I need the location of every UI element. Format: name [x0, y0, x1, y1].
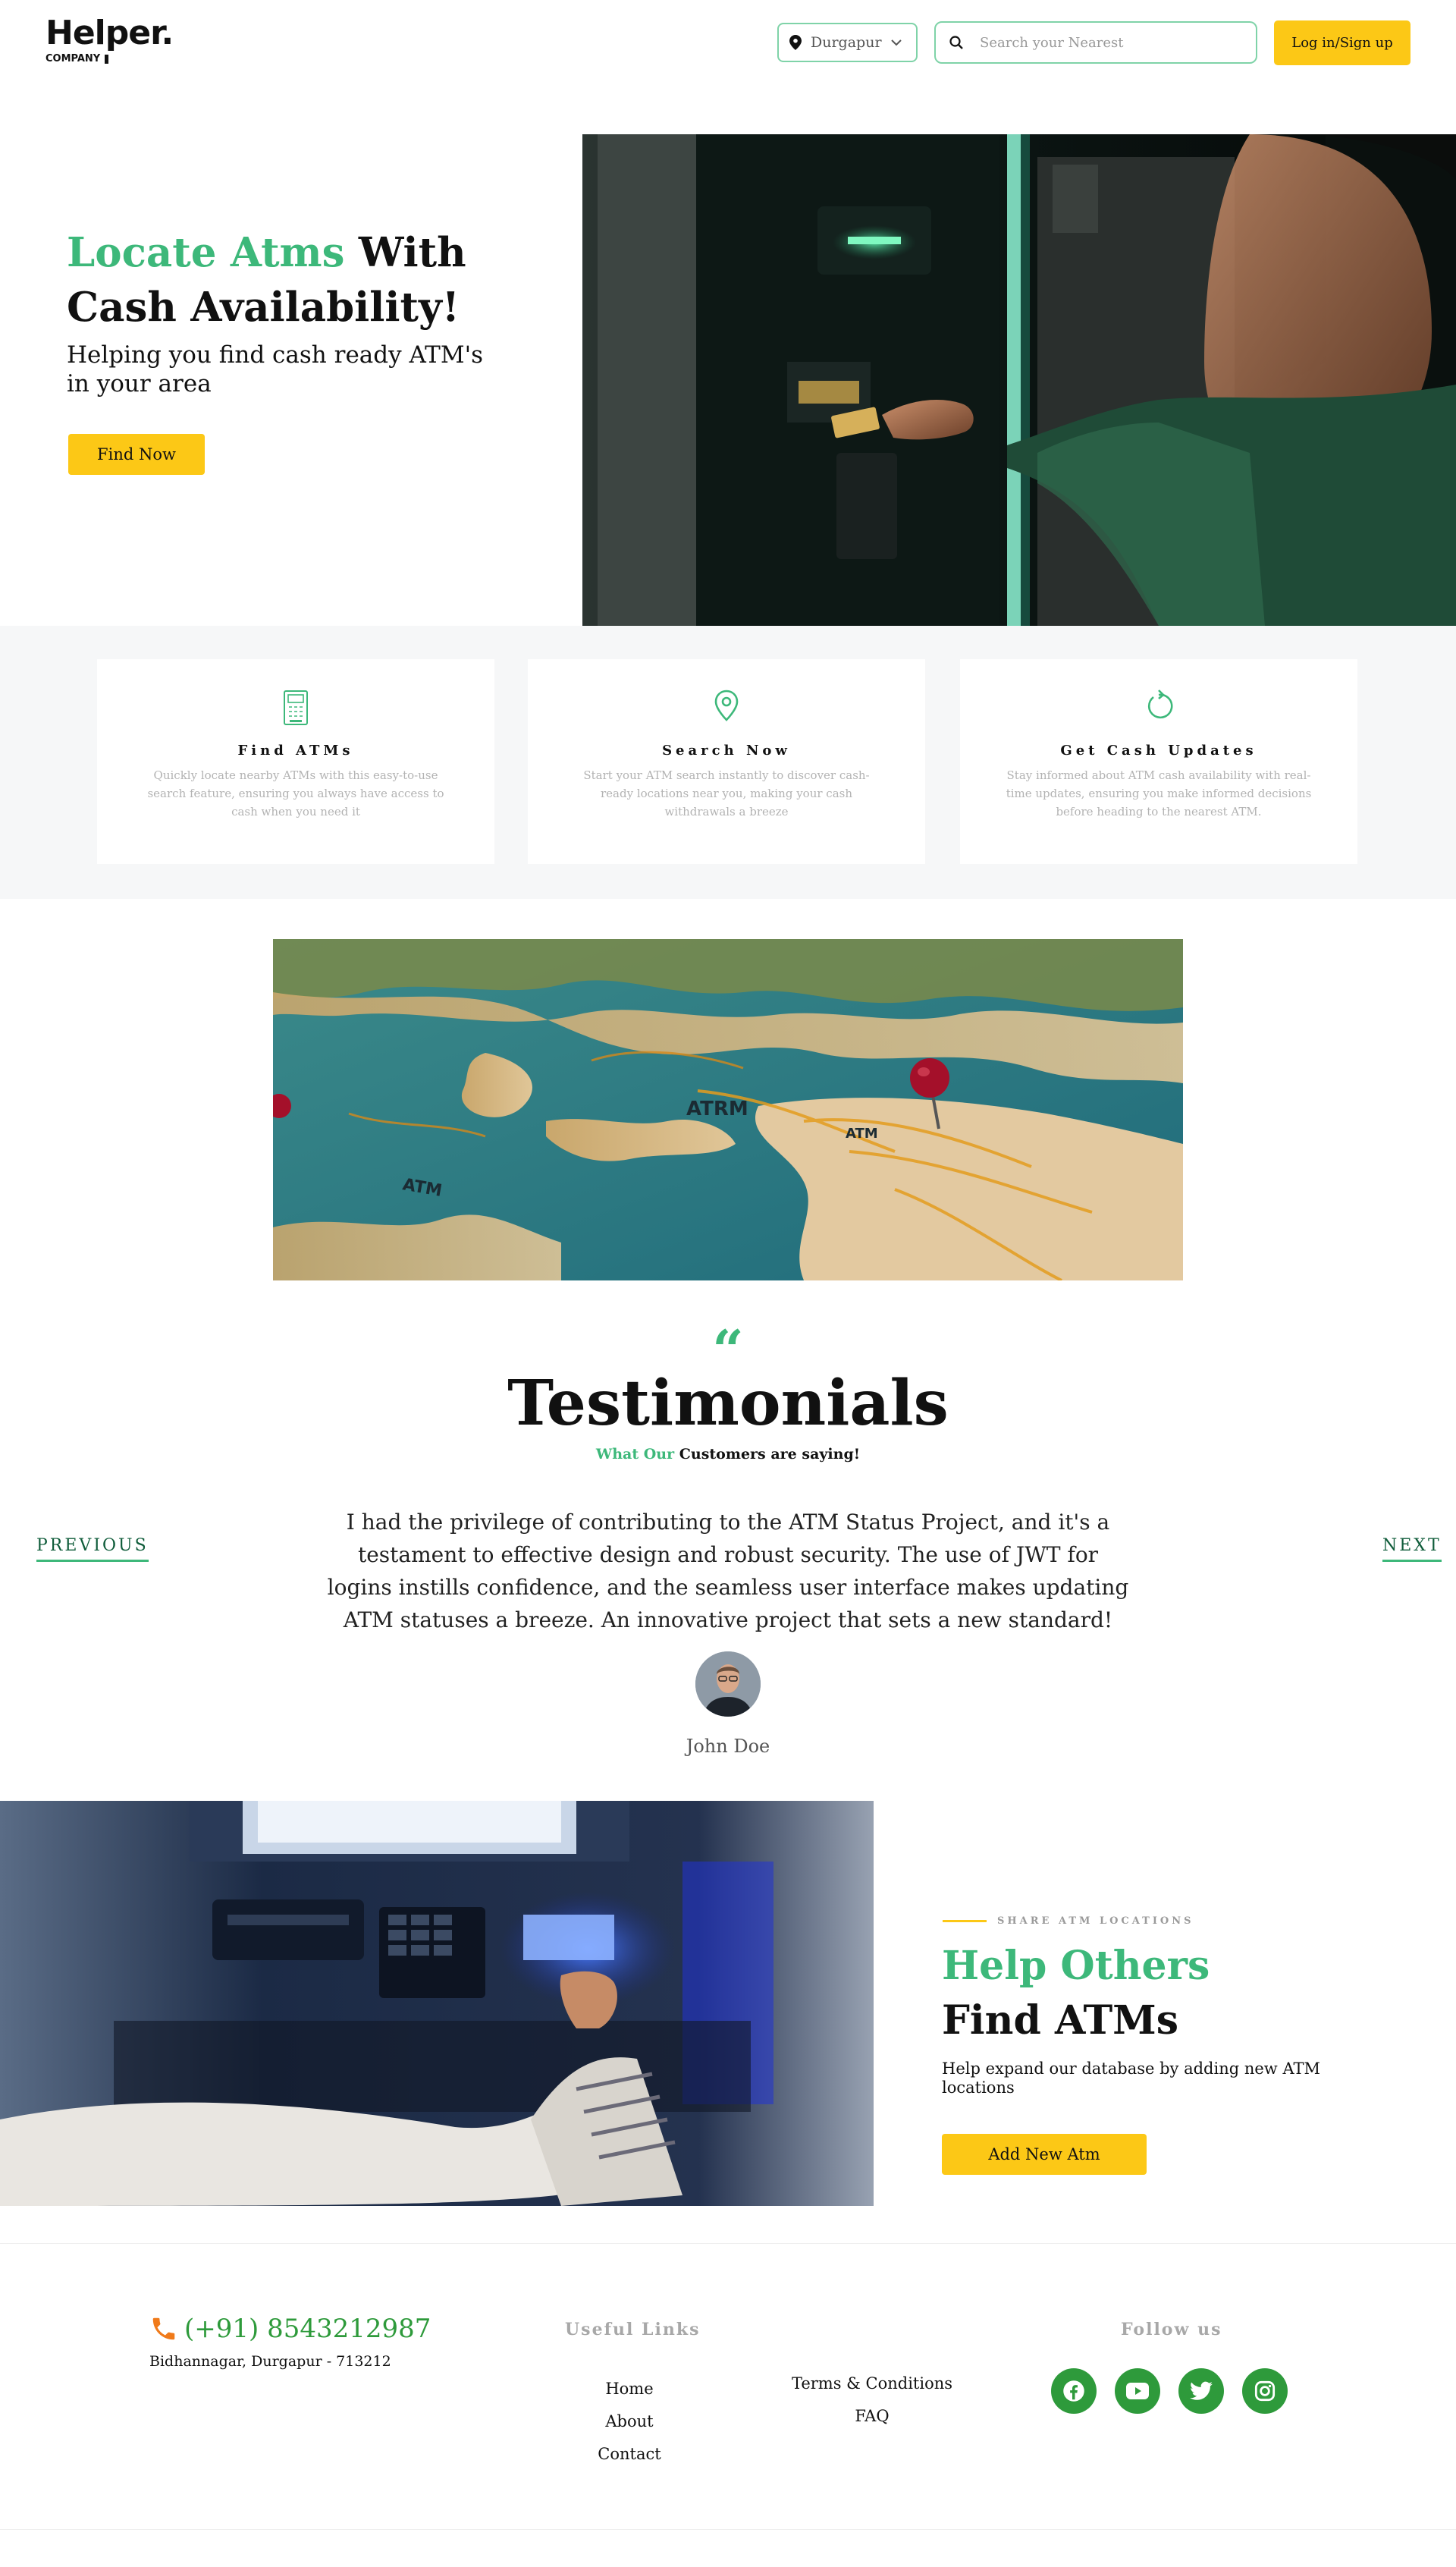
eyebrow-text: SHARE ATM LOCATIONS	[997, 1915, 1194, 1927]
instagram-icon	[1254, 2380, 1276, 2402]
map-label: ATRM	[686, 1098, 748, 1120]
feature-card-cash-updates: Get Cash Updates Stay informed about ATM…	[960, 659, 1357, 864]
hero-title-line2: Cash Availability!	[67, 284, 460, 331]
company-logo[interactable]: Helper. COMPANY	[46, 14, 174, 65]
site-footer: (+91) 8543212987 Bidhannagar, Durgapur -…	[0, 2243, 1456, 2531]
testimonials-subtitle-accent: What Our	[595, 1446, 675, 1463]
atm-user-illustration	[582, 134, 1456, 626]
footer-links-column: Home About Contact	[576, 2373, 682, 2471]
map-pin-icon	[714, 690, 739, 721]
search-bar[interactable]	[934, 21, 1257, 64]
location-value: Durgapur	[811, 34, 882, 51]
hero-title-accent: Locate Atms	[67, 229, 345, 276]
share-locations-eyebrow: SHARE ATM LOCATIONS	[943, 1915, 1194, 1927]
help-title-rest: Find ATMs	[942, 1997, 1178, 2044]
hero-title-with: With	[344, 229, 466, 276]
find-now-button[interactable]: Find Now	[68, 434, 205, 475]
eyebrow-line	[943, 1920, 987, 1922]
testimonials-subtitle-rest: Customers are saying!	[674, 1446, 861, 1463]
testimonial-author: John Doe	[686, 1736, 770, 1757]
site-header: Helper. COMPANY Durgapur Log in/Sign up	[0, 0, 1456, 134]
testimonials-subtitle: What Our Customers are saying!	[0, 1446, 1456, 1463]
facebook-link[interactable]	[1051, 2368, 1097, 2414]
facebook-icon	[1063, 2380, 1084, 2402]
logo-bar	[105, 54, 109, 64]
search-icon	[949, 36, 963, 49]
footer-link-faq[interactable]: FAQ	[774, 2400, 971, 2433]
chevron-down-icon	[890, 39, 902, 46]
instagram-link[interactable]	[1242, 2368, 1288, 2414]
logo-text: Helper.	[46, 14, 174, 52]
phone-icon	[152, 2317, 175, 2340]
hero-subtitle: Helping you find cash ready ATM's in you…	[67, 341, 484, 397]
previous-testimonial-button[interactable]: PREVIOUS	[36, 1536, 149, 1562]
contact-phone[interactable]: (+91) 8543212987	[149, 2314, 431, 2344]
address-text: Bidhannagar, Durgapur - 713212	[149, 2353, 391, 2370]
map-pin-icon	[789, 35, 802, 50]
footer-links-column: Terms & Conditions FAQ	[774, 2367, 971, 2433]
logo-sub-label: COMPANY	[46, 53, 101, 64]
person-avatar-icon	[695, 1651, 761, 1717]
hero-atm-photo	[582, 134, 1456, 626]
footer-link-contact[interactable]: Contact	[576, 2438, 682, 2471]
feature-title: Get Cash Updates	[1060, 743, 1257, 759]
youtube-link[interactable]	[1115, 2368, 1160, 2414]
feature-description: Quickly locate nearby ATMs with this eas…	[147, 768, 444, 818]
testimonial-quote: I had the privilege of contributing to t…	[327, 1510, 1129, 1632]
refresh-icon	[1147, 690, 1173, 719]
feature-description: Stay informed about ATM cash availabilit…	[1006, 768, 1312, 818]
footer-link-about[interactable]: About	[576, 2405, 682, 2438]
help-title-accent: Help Others	[942, 1943, 1210, 1989]
next-testimonial-button[interactable]: NEXT	[1382, 1536, 1442, 1562]
features-section: Find ATMs Quickly locate nearby ATMs wit…	[0, 626, 1456, 899]
atm-machine-icon	[284, 690, 308, 725]
login-signup-button[interactable]: Log in/Sign up	[1274, 20, 1410, 65]
hero-section: Locate Atms With Cash Availability! Help…	[0, 134, 1456, 626]
feature-card-find-atms: Find ATMs Quickly locate nearby ATMs wit…	[97, 659, 494, 864]
twitter-link[interactable]	[1178, 2368, 1224, 2414]
feature-card-search-now: Search Now Start your ATM search instant…	[528, 659, 925, 864]
twitter-icon	[1190, 2381, 1213, 2400]
hero-title: Locate Atms With Cash Availability!	[67, 225, 582, 335]
location-select[interactable]: Durgapur	[777, 23, 918, 62]
search-input[interactable]	[980, 34, 1238, 51]
footer-divider	[0, 2529, 1456, 2530]
feature-title: Find ATMs	[237, 743, 354, 759]
atm-map-photo: ATRM ATM ATM	[273, 939, 1183, 1280]
feature-description: Start your ATM search instantly to disco…	[583, 768, 870, 818]
avatar	[695, 1651, 761, 1717]
help-description: Help expand our database by adding new A…	[942, 2060, 1320, 2097]
map-label: ATM	[846, 1126, 878, 1142]
atm-deposit-photo	[0, 1801, 874, 2206]
footer-link-terms[interactable]: Terms & Conditions	[774, 2367, 971, 2400]
feature-title: Search Now	[662, 743, 791, 759]
footer-link-home[interactable]: Home	[576, 2373, 682, 2405]
add-new-atm-button[interactable]: Add New Atm	[942, 2134, 1147, 2175]
phone-number: (+91) 8543212987	[184, 2314, 431, 2344]
testimonials-title: Testimonials	[507, 1367, 949, 1440]
youtube-icon	[1126, 2383, 1149, 2399]
help-others-title: Help Others Find ATMs	[942, 1939, 1210, 2048]
social-links	[1051, 2368, 1288, 2414]
follow-us-heading: Follow us	[1121, 2320, 1222, 2339]
map-illustration: ATRM ATM ATM	[273, 939, 1183, 1280]
logo-subtext: COMPANY	[46, 53, 173, 64]
atm-card-insert-illustration	[0, 1801, 874, 2206]
useful-links-heading: Useful Links	[565, 2320, 701, 2339]
